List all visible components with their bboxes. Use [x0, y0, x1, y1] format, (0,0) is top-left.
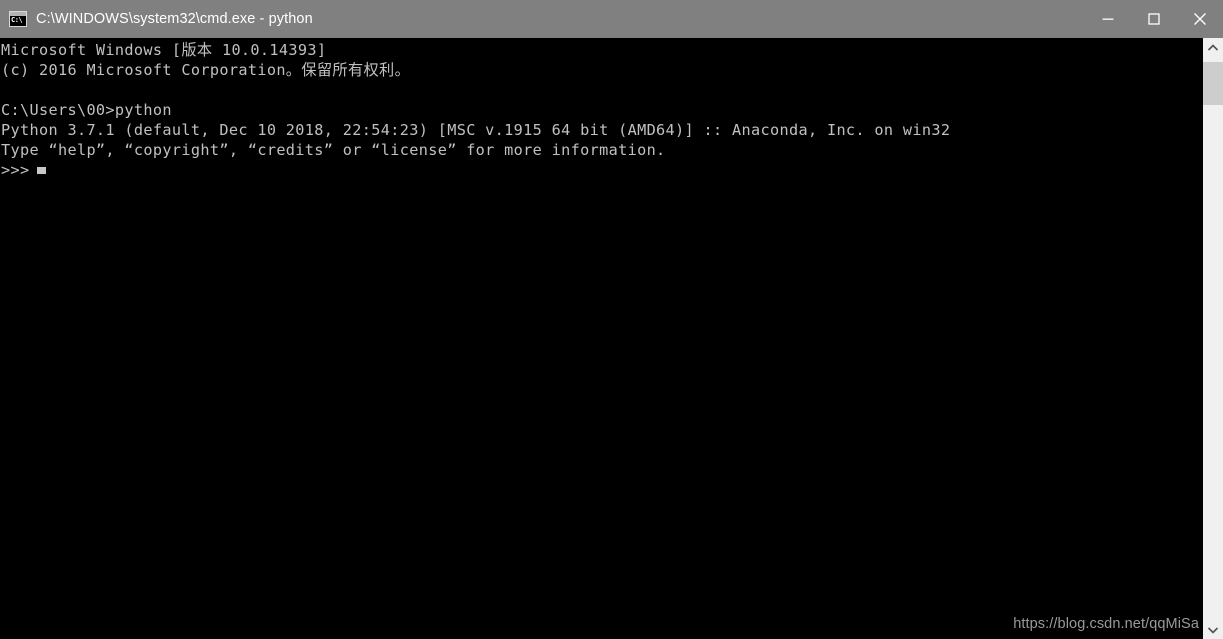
maximize-button[interactable]	[1131, 0, 1177, 38]
text-cursor	[37, 167, 47, 174]
console-line: Type “help”, “copyright”, “credits” or “…	[1, 141, 666, 159]
close-icon	[1194, 13, 1206, 25]
title-bar[interactable]: C:\ C:\WINDOWS\system32\cmd.exe - python	[0, 0, 1223, 38]
scroll-down-button[interactable]	[1203, 620, 1223, 639]
close-button[interactable]	[1177, 0, 1223, 38]
maximize-icon	[1148, 13, 1160, 25]
chevron-down-icon	[1207, 626, 1219, 634]
terminal-output-area[interactable]: Microsoft Windows [版本 10.0.14393] (c) 20…	[0, 38, 1203, 639]
cmd-app-icon[interactable]: C:\	[9, 11, 27, 27]
vertical-scrollbar[interactable]	[1203, 38, 1223, 639]
watermark-url: https://blog.csdn.net/qqMiSa	[1013, 616, 1199, 632]
console-line: Microsoft Windows [版本 10.0.14393]	[1, 41, 327, 59]
minimize-icon	[1102, 18, 1114, 20]
console-line: (c) 2016 Microsoft Corporation。保留所有权利。	[1, 61, 411, 79]
console-line-command: C:\Users\00>python	[1, 101, 172, 119]
cmd-window: C:\ C:\WINDOWS\system32\cmd.exe - python…	[0, 0, 1223, 639]
console-line: Python 3.7.1 (default, Dec 10 2018, 22:5…	[1, 121, 951, 139]
window-title: C:\WINDOWS\system32\cmd.exe - python	[36, 11, 313, 27]
minimize-button[interactable]	[1085, 0, 1131, 38]
python-prompt: >>>	[1, 161, 30, 179]
cmd-icon-prompt-label: C:\	[11, 16, 23, 24]
scrollbar-thumb[interactable]	[1203, 62, 1223, 105]
console-text: Microsoft Windows [版本 10.0.14393] (c) 20…	[1, 40, 1201, 180]
scroll-up-button[interactable]	[1203, 38, 1223, 57]
python-prompt-line[interactable]: >>>	[1, 160, 1201, 180]
chevron-up-icon	[1207, 43, 1219, 51]
